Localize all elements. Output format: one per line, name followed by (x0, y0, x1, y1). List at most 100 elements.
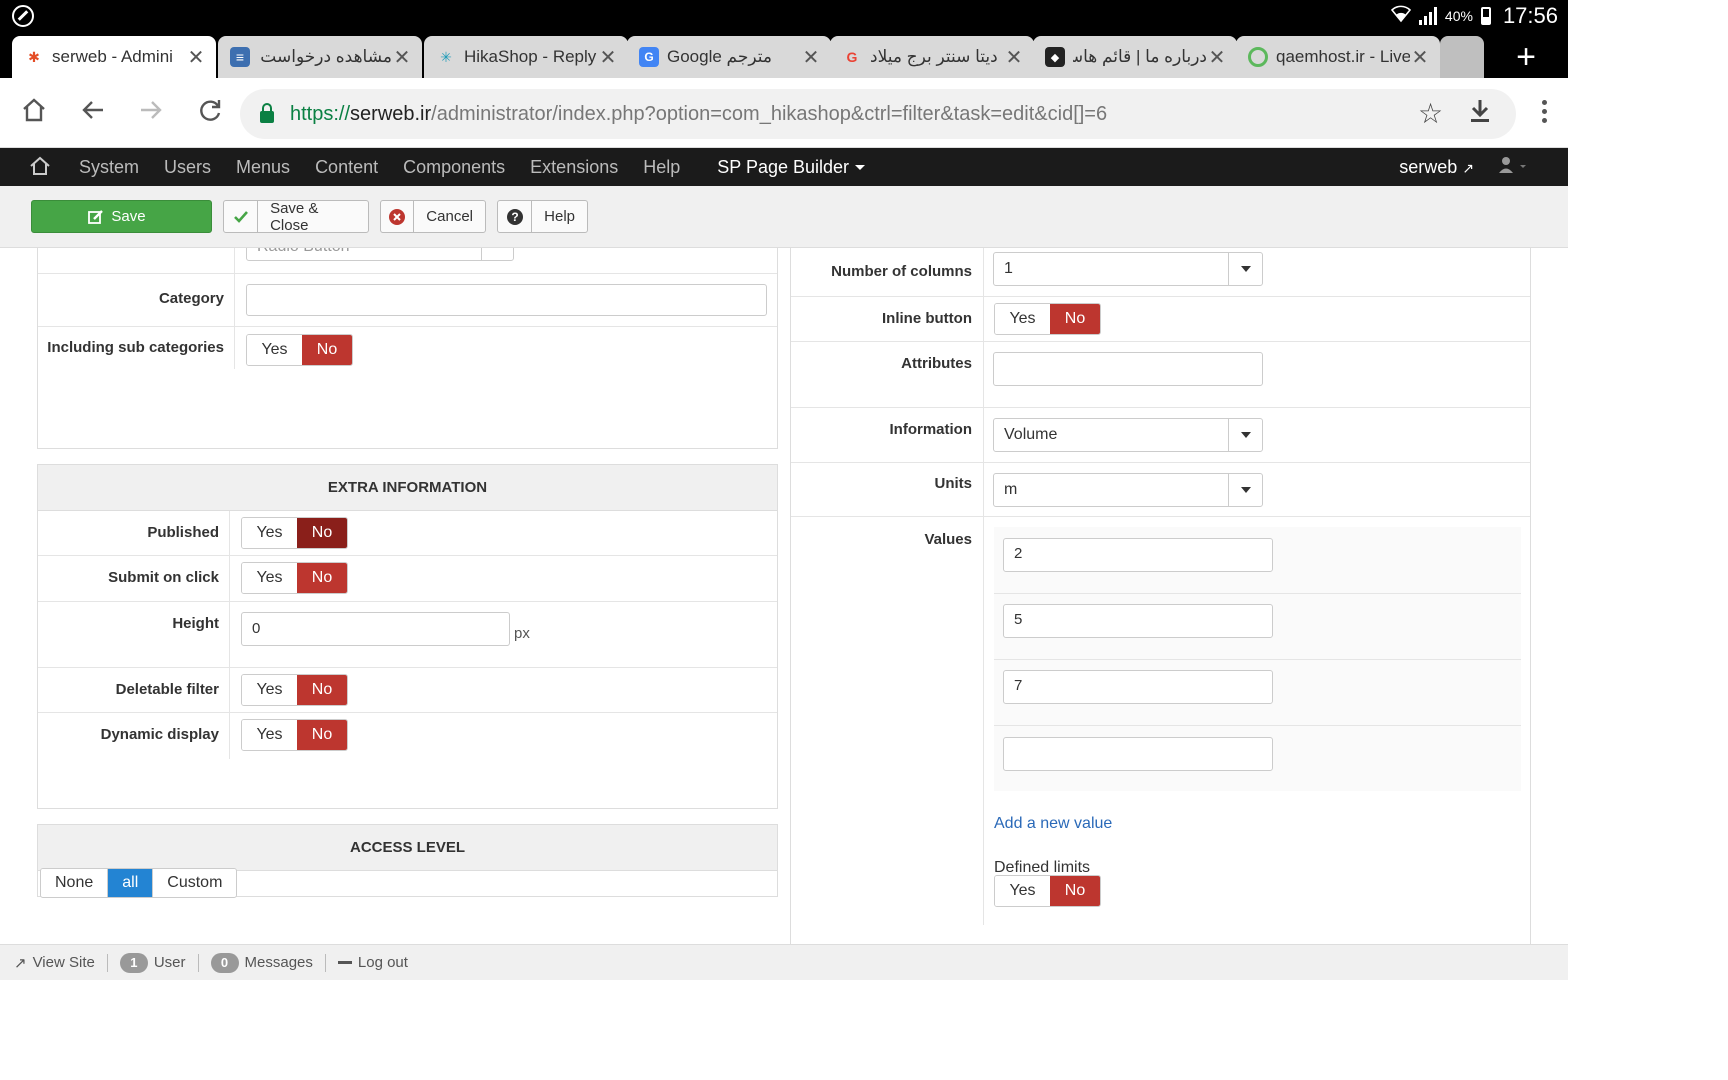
home-icon[interactable] (17, 96, 51, 130)
menu-components[interactable]: Components (403, 157, 505, 178)
published-toggle[interactable]: Yes No (241, 517, 348, 549)
deletable-filter-yes[interactable]: Yes (242, 675, 297, 705)
browser-tab-hikashop[interactable]: ✳ HikaShop - Reply ✕ (424, 36, 628, 78)
menu-sp-page-builder[interactable]: SP Page Builder (717, 157, 866, 178)
menu-system[interactable]: System (79, 157, 139, 178)
url-text[interactable]: https://serweb.ir/administrator/index.ph… (290, 103, 1107, 126)
bookmark-star-icon[interactable]: ☆ (1418, 97, 1443, 130)
close-icon[interactable]: ✕ (1004, 45, 1024, 70)
dynamic-display-label: Dynamic display (100, 726, 219, 743)
tab-title: دیتا سنتر برج میلاد (870, 47, 998, 66)
access-none[interactable]: None (41, 869, 109, 897)
close-icon[interactable]: ✕ (598, 45, 618, 70)
browser-tab-qaemhost[interactable]: qaemhost.ir - Live ✕ (1236, 36, 1440, 78)
save-close-button[interactable]: Save & Close (223, 200, 369, 234)
published-no[interactable]: No (297, 518, 347, 548)
menu-menus[interactable]: Menus (236, 157, 290, 178)
browser-tab-strip: ✱ serweb - Admini ✕ ≡ مشاهده درخواست - ✕… (0, 32, 1568, 78)
value-input-4[interactable] (1003, 737, 1273, 771)
close-icon[interactable]: ✕ (1207, 45, 1227, 70)
logout-link[interactable]: Log out (337, 954, 408, 971)
defined-limits-toggle[interactable]: Yes No (994, 875, 1101, 907)
save-button[interactable]: Save (31, 200, 212, 233)
add-new-value-link[interactable]: Add a new value (994, 815, 1112, 833)
browser-tab-datacenter[interactable]: G دیتا سنتر برج میلاد ✕ (830, 36, 1034, 78)
category-input[interactable] (246, 284, 767, 316)
submit-on-click-no[interactable]: No (297, 563, 347, 593)
browser-toolbar: https://serweb.ir/administrator/index.ph… (0, 78, 1568, 148)
access-custom[interactable]: Custom (153, 869, 237, 897)
submit-on-click-toggle[interactable]: Yes No (241, 562, 348, 594)
sub-categories-no[interactable]: No (302, 335, 352, 365)
admin-home-icon[interactable] (28, 154, 54, 180)
inline-button-yes[interactable]: Yes (995, 304, 1050, 334)
height-input[interactable]: 0 (241, 612, 510, 646)
value-input-1[interactable]: 2 (1003, 538, 1273, 572)
clock: 17:56 (1502, 3, 1558, 28)
forward-icon[interactable] (134, 96, 168, 130)
menu-extensions[interactable]: Extensions (530, 157, 618, 178)
tab-title: HikaShop - Reply (464, 47, 597, 66)
users-link[interactable]: 1 User (119, 952, 186, 973)
attributes-input[interactable] (993, 352, 1263, 386)
value-input-2[interactable]: 5 (1003, 604, 1273, 638)
help-button[interactable]: ? Help (497, 200, 588, 233)
close-icon[interactable]: ✕ (392, 45, 412, 70)
address-bar[interactable]: https://serweb.ir/administrator/index.ph… (240, 89, 1516, 139)
shield-icon: ◆ (1045, 47, 1065, 67)
inline-button-toggle[interactable]: Yes No (994, 303, 1101, 335)
menu-help[interactable]: Help (643, 157, 680, 178)
published-label: Published (147, 524, 219, 541)
browser-tab-request[interactable]: ≡ مشاهده درخواست - ✕ (218, 36, 422, 78)
defined-limits-yes[interactable]: Yes (995, 876, 1050, 906)
close-icon[interactable]: ✕ (1410, 45, 1430, 70)
access-all[interactable]: all (108, 869, 154, 897)
joomla-icon: ✱ (28, 48, 40, 65)
sub-categories-yes[interactable]: Yes (247, 335, 302, 365)
cancel-button[interactable]: Cancel (380, 200, 486, 233)
tab-title: مشاهده درخواست - (258, 47, 392, 66)
deletable-filter-toggle[interactable]: Yes No (241, 674, 348, 706)
browser-tab-google-translate[interactable]: G Google مترجم ✕ (627, 36, 831, 78)
height-label: Height (172, 615, 219, 632)
sub-categories-toggle[interactable]: Yes No (246, 334, 353, 366)
close-icon[interactable]: ✕ (186, 45, 206, 70)
value-input-3[interactable]: 7 (1003, 670, 1273, 704)
main-content: Radio Button Category Including sub cate… (0, 248, 1568, 944)
values-list: 2 5 7 (994, 527, 1521, 791)
site-link[interactable]: serweb ↗ (1399, 157, 1474, 178)
browser-tab-serweb[interactable]: ✱ serweb - Admini ✕ (12, 36, 216, 78)
access-level-title: ACCESS LEVEL (38, 825, 777, 871)
units-select[interactable]: m (993, 473, 1263, 507)
svg-text:?: ? (511, 210, 518, 224)
user-menu-icon[interactable] (1498, 156, 1528, 181)
chevron-down-icon (1228, 474, 1262, 506)
signal-icon (1418, 7, 1437, 25)
submit-on-click-yes[interactable]: Yes (242, 563, 297, 593)
browser-tab-overflow[interactable] (1440, 36, 1484, 78)
browser-menu-icon[interactable] (1542, 100, 1548, 123)
browser-tab-about[interactable]: ◆ درباره ما | قائم هاست ✕ (1033, 36, 1237, 78)
back-icon[interactable] (76, 96, 110, 130)
view-site-link[interactable]: ↗ View Site (14, 954, 95, 972)
new-tab-button[interactable]: + (1516, 40, 1536, 74)
deletable-filter-no[interactable]: No (297, 675, 347, 705)
inline-button-no[interactable]: No (1050, 304, 1100, 334)
reload-icon[interactable] (193, 96, 227, 130)
access-level-selector[interactable]: None all Custom (40, 868, 238, 898)
messages-link[interactable]: 0 Messages (210, 952, 313, 973)
sub-categories-label: Including sub categories (47, 339, 224, 356)
menu-content[interactable]: Content (315, 157, 378, 178)
status-footer: ↗ View Site 1 User 0 Messages Log out (0, 944, 1568, 980)
dynamic-display-no[interactable]: No (297, 720, 347, 750)
defined-limits-no[interactable]: No (1050, 876, 1100, 906)
published-yes[interactable]: Yes (242, 518, 297, 548)
menu-users[interactable]: Users (164, 157, 211, 178)
dynamic-display-toggle[interactable]: Yes No (241, 719, 348, 751)
information-select[interactable]: Volume (993, 418, 1263, 452)
columns-select[interactable]: 1 (993, 252, 1263, 286)
close-icon[interactable]: ✕ (801, 45, 821, 70)
battery-icon (1480, 7, 1491, 25)
dynamic-display-yes[interactable]: Yes (242, 720, 297, 750)
download-icon[interactable] (1468, 97, 1492, 132)
